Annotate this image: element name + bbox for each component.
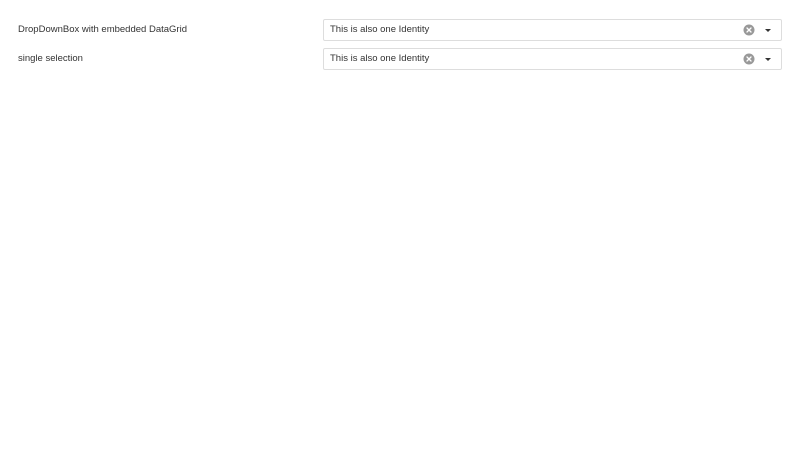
field-label: DropDownBox with embedded DataGrid <box>18 24 187 35</box>
field-label: single selection <box>18 53 83 64</box>
clear-icon[interactable] <box>743 53 755 65</box>
field-row-embedded-datagrid: DropDownBox with embedded DataGrid This … <box>0 19 800 41</box>
dropdown-value: This is also one Identity <box>330 53 430 64</box>
page: DropDownBox with embedded DataGrid This … <box>0 0 800 450</box>
dropdownbox-embedded-datagrid[interactable]: This is also one Identity <box>323 19 782 41</box>
dropdown-value: This is also one Identity <box>330 24 430 35</box>
chevron-down-icon[interactable] <box>759 50 777 68</box>
dropdownbox-single-selection[interactable]: This is also one Identity <box>323 48 782 70</box>
clear-icon[interactable] <box>743 24 755 36</box>
field-row-single-selection: single selection This is also one Identi… <box>0 48 800 70</box>
chevron-down-icon[interactable] <box>759 21 777 39</box>
